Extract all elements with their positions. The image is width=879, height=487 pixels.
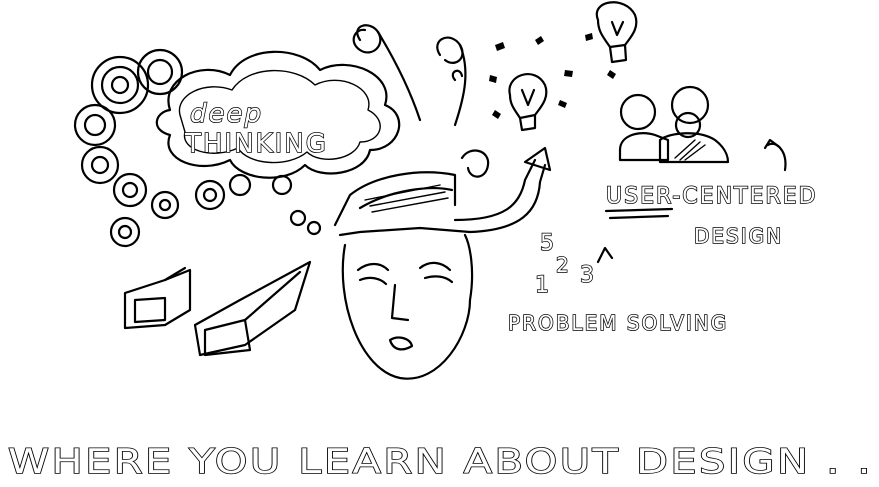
users-icon — [618, 85, 787, 172]
idea-arrow-icon — [453, 146, 552, 234]
cloud-word-deep: deep — [190, 99, 263, 129]
number-3: 3 — [580, 263, 596, 288]
sketch-illustration: deep THINKING USER-CENTERED DESIGN 5 1 2… — [0, 0, 879, 487]
design-label: DESIGN — [694, 224, 783, 248]
number-2: 2 — [556, 253, 571, 277]
open-head-icon — [333, 171, 474, 380]
light-bulb-icon — [508, 1, 638, 132]
user-underline — [604, 207, 674, 220]
steps-arrow — [596, 246, 614, 264]
number-1: 1 — [535, 273, 551, 298]
problem-solving-label: PROBLEM SOLVING — [508, 311, 728, 335]
spark-marks-icon — [489, 33, 616, 119]
cloud-word-thinking: THINKING — [184, 129, 328, 159]
floating-boxes-icon — [123, 260, 312, 357]
user-centered-label: USER-CENTERED — [606, 184, 818, 209]
swirls-top-icon — [352, 24, 467, 127]
number-5: 5 — [540, 231, 556, 256]
tagline: WHERE YOU LEARN ABOUT DESIGN . . — [8, 442, 873, 482]
thought-bubbles — [271, 174, 322, 236]
